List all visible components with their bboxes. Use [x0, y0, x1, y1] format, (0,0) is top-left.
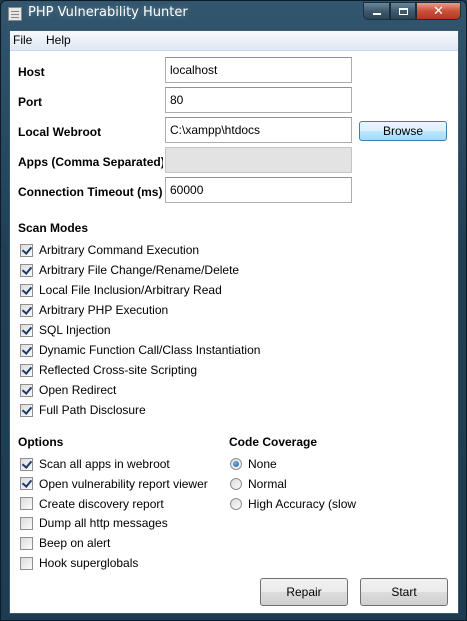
radio-button[interactable]: [230, 498, 242, 510]
option-label: Create discovery report: [39, 496, 164, 511]
code-coverage-heading: Code Coverage: [229, 435, 318, 449]
option-label: Scan all apps in webroot: [39, 457, 170, 471]
checkbox[interactable]: [20, 497, 33, 511]
option-item[interactable]: Hook superglobals: [20, 555, 138, 571]
coverage-label: Normal: [248, 477, 287, 491]
webroot-input[interactable]: C:\xampp\htdocs: [165, 117, 352, 143]
scan-mode-label: SQL Injection: [39, 323, 111, 337]
scan-mode-item[interactable]: Arbitrary PHP Execution: [20, 302, 168, 318]
repair-button[interactable]: Repair: [260, 578, 348, 606]
option-item[interactable]: Scan all apps in webroot: [20, 456, 170, 472]
scan-mode-item[interactable]: Reflected Cross-site Scripting: [20, 362, 197, 378]
window-title: PHP Vulnerability Hunter: [28, 5, 188, 20]
option-item[interactable]: Dump all http messages: [20, 515, 168, 531]
browse-button-label: Browse: [382, 124, 423, 138]
scan-modes-heading: Scan Modes: [18, 221, 89, 235]
port-label: Port: [18, 95, 42, 109]
close-button[interactable]: ✕: [416, 2, 461, 20]
option-label: Dump all http messages: [39, 516, 168, 531]
timeout-label: Connection Timeout (ms): [18, 185, 163, 199]
option-label: Hook superglobals: [39, 556, 139, 570]
checkbox[interactable]: [20, 303, 33, 317]
minimize-button[interactable]: [363, 2, 390, 20]
scan-mode-item[interactable]: Open Redirect: [20, 382, 116, 398]
checkbox[interactable]: [20, 457, 33, 471]
scan-mode-label: Dynamic Function Call/Class Instantiatio…: [39, 343, 261, 357]
checkbox[interactable]: [20, 363, 33, 377]
window-controls: ✕: [363, 2, 461, 20]
option-label: Beep on alert: [39, 536, 111, 551]
menu-help[interactable]: Help: [46, 33, 71, 47]
menu-file[interactable]: File: [13, 33, 32, 47]
maximize-button[interactable]: [390, 2, 416, 20]
checkbox[interactable]: [20, 323, 33, 337]
webroot-label: Local Webroot: [18, 125, 102, 139]
options-heading: Options: [18, 435, 64, 449]
option-item[interactable]: Create discovery report: [20, 496, 164, 512]
option-item[interactable]: Beep on alert: [20, 535, 110, 551]
checkbox[interactable]: [20, 283, 33, 297]
scan-mode-item[interactable]: Dynamic Function Call/Class Instantiatio…: [20, 342, 260, 358]
radio-button[interactable]: [230, 478, 242, 490]
port-input[interactable]: 80: [165, 87, 352, 113]
menu-bar: File Help: [10, 31, 458, 51]
checkbox[interactable]: [20, 556, 33, 570]
coverage-item[interactable]: High Accuracy (slow: [230, 496, 356, 512]
title-bar[interactable]: PHP Vulnerability Hunter ✕: [1, 1, 466, 29]
scan-mode-item[interactable]: Arbitrary Command Execution: [20, 242, 199, 258]
minimize-icon: [372, 13, 381, 15]
coverage-label: None: [248, 457, 277, 471]
scan-mode-label: Arbitrary Command Execution: [39, 243, 200, 257]
close-icon: ✕: [433, 3, 444, 19]
app-window: PHP Vulnerability Hunter ✕ File Help Hos…: [0, 0, 467, 621]
checkbox[interactable]: [20, 343, 33, 357]
checkbox[interactable]: [20, 403, 33, 417]
client-area: File Help Host localhost Port 80 Local W…: [9, 30, 459, 614]
scan-mode-label: Open Redirect: [39, 383, 117, 397]
scan-mode-label: Arbitrary File Change/Rename/Delete: [39, 263, 240, 277]
scan-mode-label: Local File Inclusion/Arbitrary Read: [39, 283, 222, 297]
option-item[interactable]: Open vulnerability report viewer: [20, 476, 208, 492]
host-input[interactable]: localhost: [165, 57, 352, 83]
scan-mode-label: Full Path Disclosure: [39, 403, 146, 417]
coverage-item[interactable]: None: [230, 456, 277, 472]
checkbox[interactable]: [20, 516, 33, 530]
option-label: Open vulnerability report viewer: [39, 476, 208, 491]
app-icon: [8, 7, 22, 21]
coverage-item[interactable]: Normal: [230, 476, 287, 492]
repair-button-label: Repair: [286, 585, 322, 599]
apps-input[interactable]: [165, 147, 352, 173]
scan-mode-item[interactable]: Full Path Disclosure: [20, 402, 146, 418]
maximize-icon: [398, 7, 408, 15]
scan-mode-item[interactable]: Arbitrary File Change/Rename/Delete: [20, 262, 239, 278]
checkbox[interactable]: [20, 243, 33, 257]
scan-mode-item[interactable]: SQL Injection: [20, 322, 111, 338]
scan-mode-label: Arbitrary PHP Execution: [39, 303, 169, 317]
start-button-label: Start: [391, 585, 417, 599]
browse-button[interactable]: Browse: [359, 121, 447, 141]
checkbox[interactable]: [20, 263, 33, 277]
checkbox[interactable]: [20, 536, 33, 550]
start-button[interactable]: Start: [360, 578, 448, 606]
scan-mode-label: Reflected Cross-site Scripting: [39, 363, 198, 377]
host-label: Host: [18, 65, 45, 79]
checkbox[interactable]: [20, 383, 33, 397]
checkbox[interactable]: [20, 477, 33, 491]
apps-label: Apps (Comma Separated): [18, 155, 163, 169]
timeout-input[interactable]: 60000: [165, 177, 352, 203]
radio-button[interactable]: [230, 458, 242, 470]
scan-mode-item[interactable]: Local File Inclusion/Arbitrary Read: [20, 282, 222, 298]
coverage-label: High Accuracy (slow: [248, 497, 357, 511]
